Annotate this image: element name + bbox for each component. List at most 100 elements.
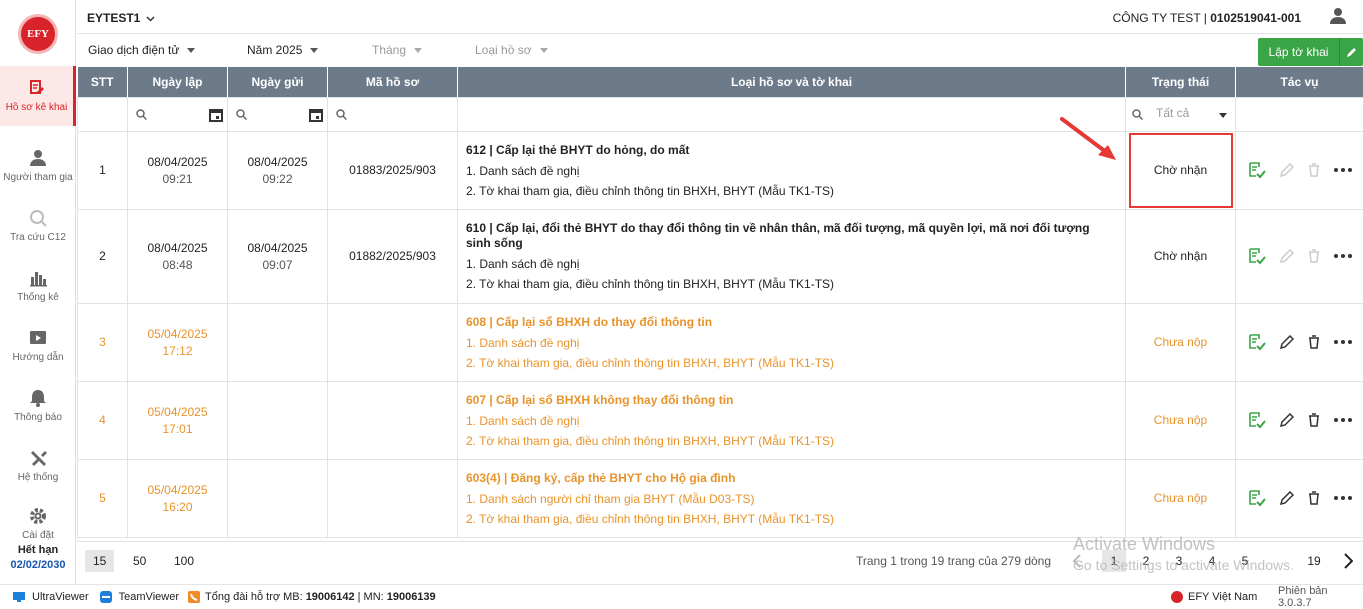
created-date: 08/04/2025 [128, 241, 227, 255]
sidebar-item-ho-so-ke-khai[interactable]: Hồ sơ kê khai [0, 66, 76, 126]
vendor-info: EFY Việt Nam [1170, 590, 1257, 604]
month-placeholder: Tháng [372, 43, 406, 57]
status-filter[interactable]: Tất cả [1126, 97, 1236, 131]
more-icon[interactable] [1334, 168, 1352, 172]
trash-icon[interactable] [1308, 335, 1320, 349]
row-description[interactable]: 608 | Cấp lại sổ BHXH do thay đổi thông … [458, 303, 1126, 381]
teamviewer-link[interactable]: TeamViewer [99, 590, 179, 604]
sidebar-item-he-thong[interactable]: Hệ thống [0, 436, 76, 496]
ultraviewer-link[interactable]: UltraViewer [12, 591, 89, 603]
table-row[interactable]: 2 08/04/202508:48 08/04/202509:07 01882/… [78, 209, 1363, 303]
teamviewer-label: TeamViewer [119, 591, 179, 603]
chevron-right-icon[interactable] [1343, 553, 1353, 569]
sent-time: 09:22 [262, 172, 292, 186]
account-switcher[interactable]: EYTEST1 [87, 11, 155, 25]
row-created: 08/04/2025 08:48 [128, 209, 228, 303]
code-filter[interactable] [328, 97, 458, 131]
company-info: CÔNG TY TEST | 0102519041-001 [1113, 11, 1301, 25]
approve-doc-icon[interactable] [1248, 411, 1266, 429]
declaration-line: 2. Tờ khai tham gia, điều chỉnh thông ti… [466, 277, 1117, 291]
doc-type-placeholder: Loại hồ sơ [475, 43, 532, 57]
efy-logo[interactable]: EFY [18, 14, 58, 54]
row-created: 05/04/202517:01 [128, 381, 228, 459]
sent-date-filter[interactable] [228, 97, 328, 131]
watermark-subtitle: Go to Settings to activate Windows. [1073, 555, 1294, 576]
page-size-100[interactable]: 100 [166, 550, 202, 572]
created-date-filter[interactable] [128, 97, 228, 131]
more-icon[interactable] [1334, 254, 1352, 258]
col-actions: Tác vụ [1236, 67, 1363, 97]
annotation-arrow-icon [1058, 115, 1120, 165]
approve-doc-icon[interactable] [1248, 489, 1266, 507]
create-declaration-button[interactable]: Lập tờ khai [1258, 38, 1363, 66]
row-sent [228, 459, 328, 537]
caret-down-icon [310, 48, 318, 53]
page-size-15[interactable]: 15 [85, 550, 114, 572]
table-row[interactable]: 1 08/04/202509:21 08/04/202509:22 01883/… [78, 131, 1363, 209]
row-description[interactable]: 603(4) | Đăng ký, cấp thẻ BHYT cho Hộ gi… [458, 459, 1126, 537]
doc-type-dropdown[interactable]: Loại hồ sơ [475, 43, 548, 57]
monitor-icon [12, 591, 26, 603]
row-description[interactable]: 607 | Cấp lại sổ BHXH không thay đổi thô… [458, 381, 1126, 459]
table-row[interactable]: 3 05/04/202517:12 608 | Cấp lại sổ BHXH … [78, 303, 1363, 381]
more-icon[interactable] [1334, 340, 1352, 344]
sidebar-item-thong-ke[interactable]: Thống kê [0, 256, 76, 316]
support-prefix: Tổng đài hỗ trợ MB: [205, 591, 303, 603]
page-size-50[interactable]: 50 [125, 550, 154, 572]
approve-doc-icon[interactable] [1248, 333, 1266, 351]
declarations-table: STT Ngày lập Ngày gửi Mã hồ sơ Loại hồ s… [77, 67, 1363, 538]
table-row[interactable]: 4 05/04/202517:01 607 | Cấp lại sổ BHXH … [78, 381, 1363, 459]
edit-icon[interactable] [1280, 335, 1294, 349]
col-sent-date[interactable]: Ngày gửi [228, 67, 328, 97]
row-actions [1236, 209, 1363, 303]
transaction-type-dropdown[interactable]: Giao dịch điện tử [88, 43, 195, 57]
sidebar: EFY Hồ sơ kê khai Người tham gia Tra cứu… [0, 0, 76, 584]
more-icon[interactable] [1334, 496, 1352, 500]
col-created-date[interactable]: Ngày lập [128, 67, 228, 97]
efy-mini-logo-icon [1170, 590, 1184, 604]
trash-icon[interactable] [1308, 491, 1320, 505]
expiry-label: Hết hạn [0, 544, 76, 556]
col-code[interactable]: Mã hồ sơ [328, 67, 458, 97]
watermark-title: Activate Windows [1073, 534, 1294, 555]
trash-icon[interactable] [1308, 413, 1320, 427]
expiry-date: 02/02/2030 [0, 559, 76, 571]
sent-date: 08/04/2025 [228, 241, 327, 255]
approve-doc-icon[interactable] [1248, 247, 1266, 265]
user-icon[interactable] [1329, 7, 1347, 28]
vendor-name: EFY Việt Nam [1188, 591, 1257, 603]
edit-icon[interactable] [1280, 413, 1294, 427]
month-dropdown[interactable]: Tháng [372, 43, 422, 57]
declaration-line: 1. Danh sách người chỉ tham gia BHYT (Mẫ… [466, 492, 1117, 506]
row-description[interactable]: 610 | Cấp lại, đổi thẻ BHYT do thay đổi … [458, 209, 1126, 303]
table-row[interactable]: 5 05/04/202516:20 603(4) | Đăng ký, cấp … [78, 459, 1363, 537]
calendar-icon[interactable] [209, 108, 223, 122]
row-created: 05/04/202517:12 [128, 303, 228, 381]
sidebar-item-thong-bao[interactable]: Thông báo [0, 376, 76, 436]
sidebar-item-huong-dan[interactable]: Hướng dẫn [0, 316, 76, 376]
row-sent: 08/04/202509:22 [228, 131, 328, 209]
sidebar-item-label: Hệ thống [18, 472, 59, 483]
sidebar-item-tra-cuu-c12[interactable]: Tra cứu C12 [0, 196, 76, 256]
create-declaration-label: Lập tờ khai [1258, 45, 1339, 59]
col-status: Trạng thái [1126, 67, 1236, 97]
edit-icon [1280, 163, 1294, 177]
year-dropdown[interactable]: Năm 2025 [247, 43, 318, 57]
sidebar-item-label: Tra cứu C12 [10, 232, 66, 243]
approve-doc-icon[interactable] [1248, 161, 1266, 179]
page-19[interactable]: 19 [1302, 550, 1326, 572]
teamviewer-icon [99, 590, 113, 604]
pencil-icon [1339, 38, 1363, 66]
created-time: 08:48 [162, 258, 192, 272]
row-description[interactable]: 612 | Cấp lại thẻ BHYT do hỏng, do mất 1… [458, 131, 1126, 209]
sidebar-item-label: Hồ sơ kê khai [6, 102, 68, 113]
sidebar-item-nguoi-tham-gia[interactable]: Người tham gia [0, 136, 76, 196]
edit-icon[interactable] [1280, 491, 1294, 505]
sidebar-item-label: Người tham gia [3, 172, 72, 183]
calendar-icon[interactable] [309, 108, 323, 122]
caret-down-icon [1219, 113, 1227, 118]
declaration-line: 2. Tờ khai tham gia, điều chỉnh thông ti… [466, 356, 1117, 370]
actions-filter-cell [1236, 97, 1363, 131]
declaration-title: 612 | Cấp lại thẻ BHYT do hỏng, do mất [466, 143, 1117, 158]
more-icon[interactable] [1334, 418, 1352, 422]
